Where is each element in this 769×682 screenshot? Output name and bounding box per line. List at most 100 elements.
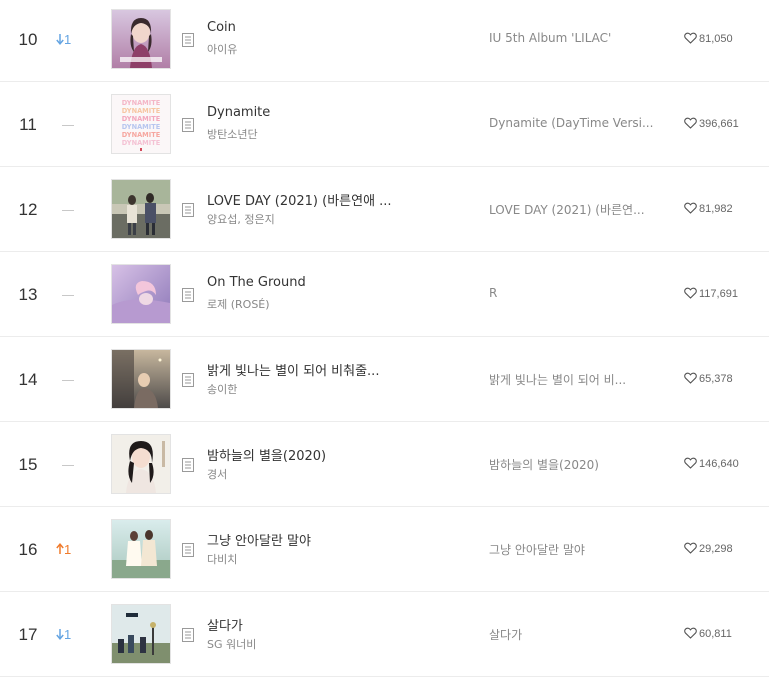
rank-number: 17 [18, 625, 38, 644]
like-count: 60,811 [699, 628, 732, 640]
chart-row[interactable]: 13 On The Ground 로제 (ROSÉ) R 117,691 [0, 252, 769, 337]
heart-outline-icon [684, 32, 699, 45]
album-art[interactable] [111, 604, 171, 664]
heart-outline-icon [684, 457, 699, 470]
heart-outline-icon [684, 202, 699, 215]
like-button[interactable]: 81,982 [684, 202, 733, 215]
album-name[interactable]: 밤하늘의 별을(2020) [489, 456, 661, 473]
album-art[interactable] [111, 519, 171, 579]
heart-outline-icon [684, 117, 699, 130]
song-title[interactable]: On The Ground [207, 275, 437, 290]
album-name[interactable]: R [489, 286, 661, 300]
rank-change [56, 422, 82, 507]
rank-change [56, 167, 82, 252]
svg-text:DYNAMITE: DYNAMITE [122, 107, 161, 115]
album-art[interactable] [111, 434, 171, 494]
artist-name[interactable]: 아이유 [207, 41, 437, 57]
music-chart-list: 10 1 Coin 아이유 IU 5th Album 'LILAC' 81,05… [0, 0, 769, 682]
album-art[interactable] [111, 9, 171, 69]
artist-name[interactable]: 경서 [207, 466, 437, 482]
svg-text:DYNAMITE: DYNAMITE [122, 115, 161, 123]
album-name[interactable]: LOVE DAY (2021) (바른연... [489, 201, 661, 218]
heart-outline-icon [684, 372, 699, 385]
rank-change: 1 [56, 592, 82, 677]
like-button[interactable]: 81,050 [684, 32, 733, 45]
song-title[interactable]: Dynamite [207, 105, 437, 120]
rank-change [56, 252, 82, 337]
chart-row[interactable]: 15 밤하늘의 별을(2020) 경서 밤하늘의 별을(2020) 146,64… [0, 422, 769, 507]
like-count: 29,298 [699, 543, 733, 555]
album-name[interactable]: IU 5th Album 'LILAC' [489, 31, 661, 45]
svg-text:DYNAMITE: DYNAMITE [122, 123, 161, 131]
rank-number: 12 [18, 200, 38, 219]
like-button[interactable]: 146,640 [684, 457, 739, 470]
song-title[interactable]: LOVE DAY (2021) (바른연애 ... [207, 190, 437, 209]
chart-row[interactable]: 14 밝게 빛나는 별이 되어 비춰줄... 송이한 밝게 빛나는 별이 되어 … [0, 337, 769, 422]
arrow-up-icon [56, 542, 64, 557]
album-name[interactable]: 밝게 빛나는 별이 되어 비... [489, 371, 661, 388]
rank-number: 11 [19, 115, 37, 134]
like-count: 117,691 [699, 288, 738, 300]
album-art[interactable]: DYNAMITE DYNAMITE DYNAMITE DYNAMITE DYNA… [111, 94, 171, 154]
lyrics-document-icon[interactable] [182, 32, 194, 47]
song-title[interactable]: 밤하늘의 별을(2020) [207, 445, 437, 464]
like-button[interactable]: 65,378 [684, 372, 733, 385]
song-title[interactable]: 살다가 [207, 615, 437, 634]
no-change-dash-icon [62, 465, 74, 467]
svg-text:DYNAMITE: DYNAMITE [122, 99, 161, 107]
rank-change: 1 [56, 507, 82, 592]
lyrics-document-icon[interactable] [182, 202, 194, 217]
heart-outline-icon [684, 287, 699, 300]
album-art[interactable] [111, 349, 171, 409]
chart-row[interactable]: 12 LOVE DAY (2021) (바른연애 ... 양요섭, 정은지 LO… [0, 167, 769, 252]
like-button[interactable]: 396,661 [684, 117, 739, 130]
like-count: 396,661 [699, 118, 739, 130]
heart-outline-icon [684, 542, 699, 555]
like-button[interactable]: 60,811 [684, 627, 732, 640]
lyrics-document-icon[interactable] [182, 117, 194, 132]
no-change-dash-icon [62, 295, 74, 297]
album-name[interactable]: Dynamite (DayTime Versi... [489, 116, 661, 130]
no-change-dash-icon [62, 210, 74, 212]
lyrics-document-icon[interactable] [182, 627, 194, 642]
rank-number: 13 [18, 285, 38, 304]
rank-number: 16 [18, 540, 38, 559]
arrow-down-icon [56, 627, 64, 642]
like-count: 65,378 [699, 373, 733, 385]
rank-change [56, 337, 82, 422]
rank-number: 10 [18, 30, 38, 49]
artist-name[interactable]: 송이한 [207, 381, 437, 397]
lyrics-document-icon[interactable] [182, 372, 194, 387]
heart-outline-icon [684, 627, 699, 640]
chart-row[interactable]: 11 DYNAMITE DYNAMITE DYNAMITE DYNAMITE D… [0, 82, 769, 167]
album-art[interactable] [111, 264, 171, 324]
rank-number: 15 [18, 455, 38, 474]
song-title[interactable]: 밝게 빛나는 별이 되어 비춰줄... [207, 360, 437, 379]
rank-number: 14 [18, 370, 38, 389]
chart-row[interactable]: 16 1 그냥 안아달란 말야 다비치 그냥 안아달란 말야 29,298 [0, 507, 769, 592]
no-change-dash-icon [62, 380, 74, 382]
song-title[interactable]: Coin [207, 20, 437, 35]
lyrics-document-icon[interactable] [182, 457, 194, 472]
chart-row[interactable]: 10 1 Coin 아이유 IU 5th Album 'LILAC' 81,05… [0, 0, 769, 82]
lyrics-document-icon[interactable] [182, 542, 194, 557]
album-name[interactable]: 그냥 안아달란 말야 [489, 541, 661, 558]
album-name[interactable]: 살다가 [489, 626, 661, 643]
artist-name[interactable]: 양요섭, 정은지 [207, 211, 437, 227]
rank-change [56, 82, 82, 167]
svg-text:DYNAMITE: DYNAMITE [122, 139, 161, 147]
artist-name[interactable]: SG 워너비 [207, 636, 437, 652]
artist-name[interactable]: 로제 (ROSÉ) [207, 296, 437, 312]
artist-name[interactable]: 다비치 [207, 551, 437, 567]
no-change-dash-icon [62, 125, 74, 127]
like-count: 146,640 [699, 458, 739, 470]
rank-change-amount: 1 [64, 627, 72, 642]
lyrics-document-icon[interactable] [182, 287, 194, 302]
like-count: 81,050 [699, 33, 733, 45]
artist-name[interactable]: 방탄소년단 [207, 126, 437, 142]
like-button[interactable]: 29,298 [684, 542, 733, 555]
like-button[interactable]: 117,691 [684, 287, 738, 300]
album-art[interactable] [111, 179, 171, 239]
song-title[interactable]: 그냥 안아달란 말야 [207, 530, 437, 549]
chart-row[interactable]: 17 1 살다가 SG 워너비 살다가 60,811 [0, 592, 769, 677]
